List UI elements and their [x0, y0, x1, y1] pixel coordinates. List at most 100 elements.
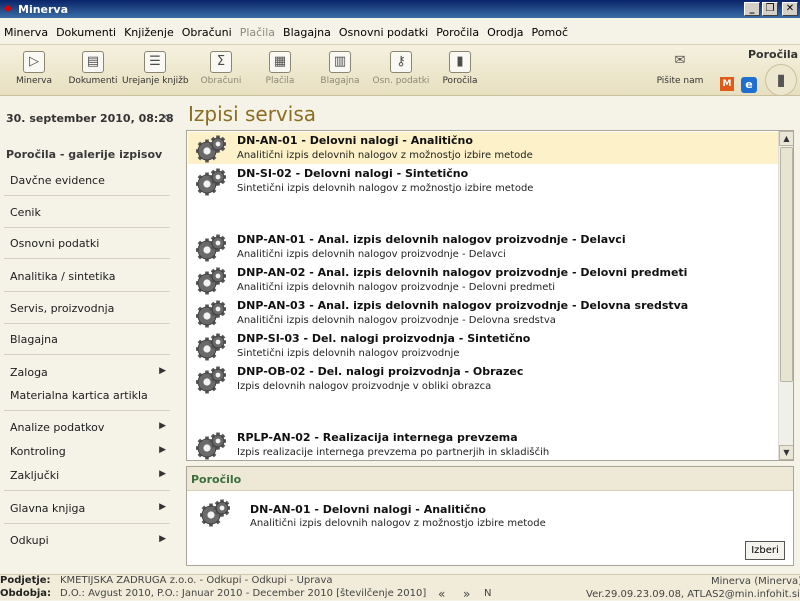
- payment-icon: ▦: [269, 51, 291, 73]
- sidebar-item-label: Glavna knjiga: [10, 502, 86, 515]
- menu-item-9[interactable]: Pomoč: [532, 26, 568, 39]
- report-description: Sintetični izpis delovnih nalogov z možn…: [237, 183, 534, 194]
- toolbar-button-0[interactable]: ▷ Minerva: [1, 49, 67, 86]
- gears-icon: [196, 135, 226, 163]
- report-description: Analitični izpis delovnih nalogov proizv…: [237, 249, 506, 260]
- gallery-title: Poročila - galerije izpisov: [6, 148, 163, 161]
- chevron-right-icon: ▶: [159, 445, 166, 455]
- gears-icon: [196, 267, 226, 295]
- toolbar-button-2[interactable]: ☰ Urejanje knjižb: [122, 49, 189, 86]
- write-to-us-button[interactable]: ✉ Pišite nam: [647, 49, 713, 86]
- list-scrollbar[interactable]: ▲ ▼: [778, 131, 793, 460]
- sidebar-item-4[interactable]: Servis, proizvodnja: [4, 296, 170, 324]
- chevron-right-icon: ▶: [159, 534, 166, 544]
- sidebar-item-2[interactable]: Osnovni podatki: [4, 231, 170, 259]
- sidebar-item-label: Cenik: [10, 206, 41, 219]
- period-prev-button[interactable]: «: [438, 587, 445, 601]
- report-row-2[interactable]: DNP-AN-01 - Anal. izpis delovnih nalogov…: [188, 231, 778, 263]
- period-next-button[interactable]: »: [463, 587, 470, 601]
- menu-item-1[interactable]: Dokumenti: [56, 26, 116, 39]
- menu-item-7[interactable]: Poročila: [436, 26, 479, 39]
- gears-icon: [200, 499, 230, 527]
- sidebar-item-0[interactable]: Davčne evidence: [4, 168, 170, 196]
- menu-item-8[interactable]: Orodja: [487, 26, 523, 39]
- sidebar-item-1[interactable]: Cenik: [4, 200, 170, 228]
- scroll-down-button[interactable]: ▼: [779, 445, 793, 460]
- close-button[interactable]: ✕: [782, 2, 798, 16]
- toolbar-button-label: Poročila: [442, 76, 478, 86]
- menu-bar: Minerva Dokumenti Knjiženje Obračuni Plačila…: [0, 22, 800, 42]
- menu-item-2[interactable]: Knjiženje: [124, 26, 174, 39]
- scroll-thumb[interactable]: [780, 147, 793, 382]
- reports-section-icon[interactable]: ▮: [765, 64, 797, 96]
- period-value: D.O.: Avgust 2010, P.O.: Januar 2010 - D…: [60, 588, 427, 599]
- sidebar-item-7[interactable]: Materialna kartica artikla: [4, 383, 170, 411]
- sidebar-item-label: Kontroling: [10, 445, 66, 458]
- menu-item-5[interactable]: Blagajna: [283, 26, 331, 39]
- sidebar-item-label: Zaključki: [10, 469, 60, 482]
- toolbar-button-7[interactable]: ▮ Poročila: [427, 49, 493, 86]
- key-icon: ⚷: [390, 51, 412, 73]
- menu-item-6[interactable]: Osnovni podatki: [339, 26, 428, 39]
- preview-header: Poročilo: [191, 473, 242, 486]
- toolbar-button-3[interactable]: Σ Obračuni: [188, 49, 254, 86]
- sidebar-item-12[interactable]: Odkupi ▶: [4, 528, 170, 556]
- report-code: DNP-SI-03 - Del. nalogi proizvodnja - Si…: [237, 332, 531, 345]
- report-row-0[interactable]: DN-AN-01 - Delovni nalogi - Analitično An…: [188, 132, 778, 164]
- toolbar-button-6[interactable]: ⚷ Osn. podatki: [368, 49, 434, 86]
- sidebar-item-label: Odkupi: [10, 534, 49, 547]
- chevron-right-icon: ▶: [159, 469, 166, 479]
- sidebar-item-10[interactable]: Zaključki ▶: [4, 463, 170, 491]
- menu-item-3[interactable]: Obračuni: [182, 26, 232, 39]
- report-code: DN-SI-02 - Delovni nalogi - Sintetično: [237, 167, 469, 180]
- report-row-5[interactable]: DNP-SI-03 - Del. nalogi proizvodnja - Si…: [188, 330, 778, 362]
- scroll-up-button[interactable]: ▲: [779, 131, 793, 146]
- status-bar: Podjetje: KMETIJSKA ZADRUGA z.o.o. - Odk…: [0, 574, 800, 601]
- write-to-us-label: Pišite nam: [656, 76, 704, 86]
- report-row-1[interactable]: DN-SI-02 - Delovni nalogi - Sintetično Si…: [188, 165, 778, 197]
- report-description: Analitični izpis delovnih nalogov proizv…: [237, 282, 556, 293]
- sidebar-item-label: Analitika / sintetika: [10, 270, 116, 283]
- sidebar-item-label: Materialna kartica artikla: [10, 389, 148, 402]
- bar-chart-icon: ▮: [449, 51, 471, 73]
- calculator-icon: Σ: [210, 51, 232, 73]
- report-row-3[interactable]: DNP-AN-02 - Anal. izpis delovnih nalogov…: [188, 264, 778, 296]
- report-row-6[interactable]: DNP-OB-02 - Del. nalogi proizvodnja - Ob…: [188, 363, 778, 395]
- chevron-right-icon: ▶: [159, 421, 166, 431]
- sidebar-item-label: Blagajna: [10, 333, 58, 346]
- toolbar-button-4[interactable]: ▦ Plačila: [247, 49, 313, 86]
- menu-item-4[interactable]: Plačila: [240, 26, 275, 39]
- title-bar: ◆ Minerva _ ❐ ✕: [0, 0, 800, 18]
- section-tab-label: Poročila: [748, 48, 799, 61]
- sidebar-item-label: Servis, proizvodnja: [10, 302, 115, 315]
- report-row-4[interactable]: DNP-AN-03 - Anal. izpis delovnih nalogov…: [188, 297, 778, 329]
- select-button[interactable]: Izberi: [745, 541, 785, 560]
- sidebar-item-5[interactable]: Blagajna: [4, 327, 170, 355]
- toolbar-button-label: Obračuni: [200, 76, 242, 86]
- report-description: Analitični izpis delovnih nalogov z možn…: [237, 150, 533, 161]
- toolbar-button-1[interactable]: ▤ Dokumenti: [60, 49, 126, 86]
- company-label: Podjetje:: [0, 575, 51, 586]
- gears-icon: [196, 366, 226, 394]
- toolbar-button-5[interactable]: ▥ Blagajna: [307, 49, 373, 86]
- sidebar-item-11[interactable]: Glavna knjiga ▶: [4, 496, 170, 524]
- gears-icon: [196, 168, 226, 196]
- gears-icon: [196, 300, 226, 328]
- report-code: DNP-AN-01 - Anal. izpis delovnih nalogov…: [237, 233, 626, 246]
- sidebar-item-label: Davčne evidence: [10, 174, 105, 187]
- chevron-right-icon: ▶: [159, 366, 166, 376]
- report-code: DNP-AN-03 - Anal. izpis delovnih nalogov…: [237, 299, 689, 312]
- report-row-7[interactable]: RPLP-AN-02 - Realizacija internega prevz…: [188, 429, 778, 460]
- menu-item-0[interactable]: Minerva: [4, 26, 48, 39]
- collapse-panel-button[interactable]: «: [163, 110, 171, 125]
- browser-logo-icon[interactable]: e: [741, 77, 757, 93]
- restore-button[interactable]: ❐: [762, 2, 778, 16]
- book-icon: ☰: [144, 51, 166, 73]
- period-n-button[interactable]: N: [484, 588, 491, 599]
- sidebar-item-3[interactable]: Analitika / sintetika: [4, 264, 170, 292]
- preview-report-code: DN-AN-01 - Delovni nalogi - Analitično: [250, 503, 486, 516]
- magento-logo-icon[interactable]: M: [720, 77, 734, 91]
- minimize-button[interactable]: _: [744, 2, 760, 16]
- toolbar-button-label: Dokumenti: [68, 76, 118, 86]
- report-code: DNP-OB-02 - Del. nalogi proizvodnja - Ob…: [237, 365, 524, 378]
